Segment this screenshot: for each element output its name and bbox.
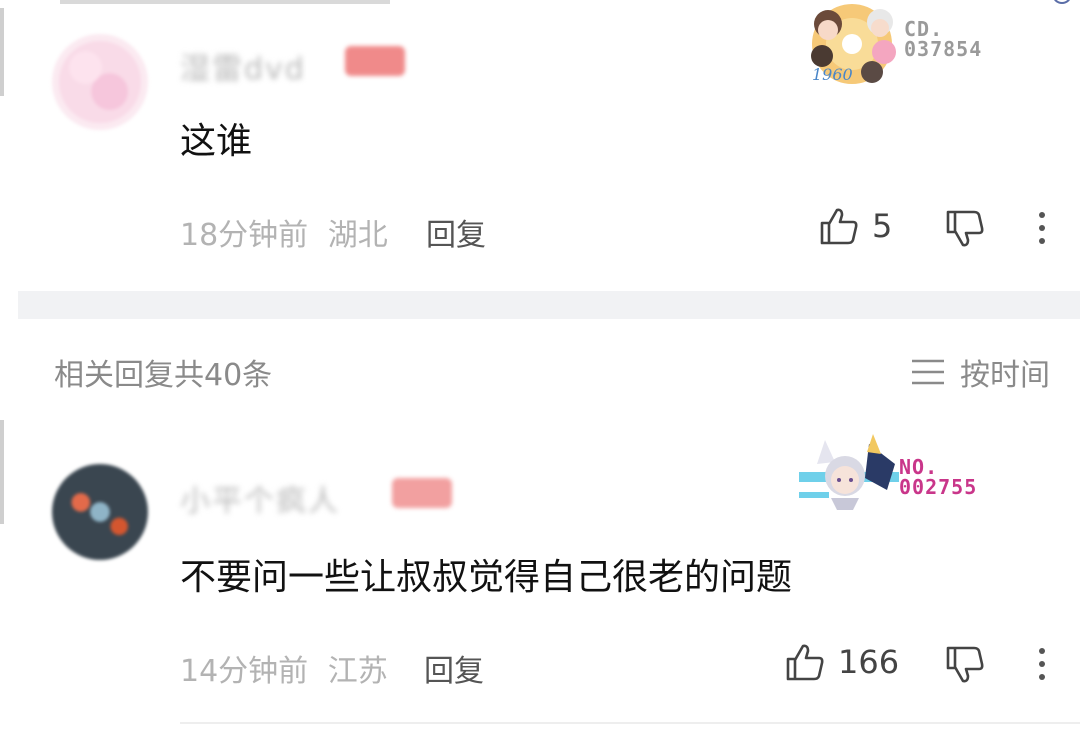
more-vertical-icon[interactable] <box>1037 648 1047 680</box>
avatar[interactable] <box>52 34 148 130</box>
like-button[interactable]: 166 <box>784 641 899 683</box>
comment-meta: 14分钟前 江苏 <box>180 646 388 690</box>
sort-label: 按时间 <box>960 358 1050 393</box>
svg-text:1960: 1960 <box>812 65 853 84</box>
comment-time: 18分钟前 <box>180 218 309 253</box>
comment-location: 江苏 <box>327 654 388 689</box>
more-vertical-icon[interactable] <box>1037 212 1047 244</box>
like-count: 166 <box>838 643 900 681</box>
fan-medal-label: NO. <box>899 455 939 479</box>
reply-button[interactable]: 回复 <box>426 210 486 254</box>
fan-medal-card[interactable]: 1960 CD. 037854 <box>800 0 982 92</box>
section-divider <box>18 291 1080 319</box>
thumbs-down-icon[interactable] <box>944 208 986 250</box>
like-button[interactable]: 5 <box>818 205 892 247</box>
comment-item: 小平个疯人 NO. 002755 不要问一些让叔叔觉得自己很老的问题 14分钟前… <box>0 420 1080 737</box>
avatar[interactable] <box>52 464 148 560</box>
fan-medal-card[interactable]: NO. 002755 <box>795 434 977 514</box>
fan-medal-label: CD. <box>904 17 944 41</box>
comment-item: 湿雷dvd 1960 CD. 037854 这谁 18分钟前 湖北 回复 5 <box>0 0 1080 290</box>
character-medal-icon <box>799 434 899 510</box>
cd-disc-icon: 1960 <box>811 4 896 84</box>
thumbs-up-icon <box>820 208 858 245</box>
fan-medal-number: 037854 <box>904 37 983 61</box>
comment-meta: 18分钟前 湖北 <box>180 210 388 254</box>
comment-time: 14分钟前 <box>180 654 309 689</box>
username[interactable]: 湿雷dvd <box>180 44 306 87</box>
thumbs-down-icon[interactable] <box>944 644 986 686</box>
level-badge <box>345 46 405 76</box>
menu-lines-icon <box>912 359 944 385</box>
bottom-divider <box>180 722 1080 724</box>
thumbs-up-icon <box>786 644 824 681</box>
replies-count-label: 相关回复共40条 <box>54 358 273 393</box>
comment-text: 不要问一些让叔叔觉得自己很老的问题 <box>180 557 793 598</box>
fan-medal-number: 002755 <box>899 475 978 499</box>
like-count: 5 <box>872 207 893 245</box>
username[interactable]: 小平个疯人 <box>180 476 340 519</box>
reply-button[interactable]: 回复 <box>424 646 484 690</box>
level-badge <box>392 478 452 508</box>
comment-text: 这谁 <box>180 121 253 162</box>
sort-by-time-button[interactable]: 按时间 <box>910 350 1050 394</box>
comment-location: 湖北 <box>327 218 388 253</box>
